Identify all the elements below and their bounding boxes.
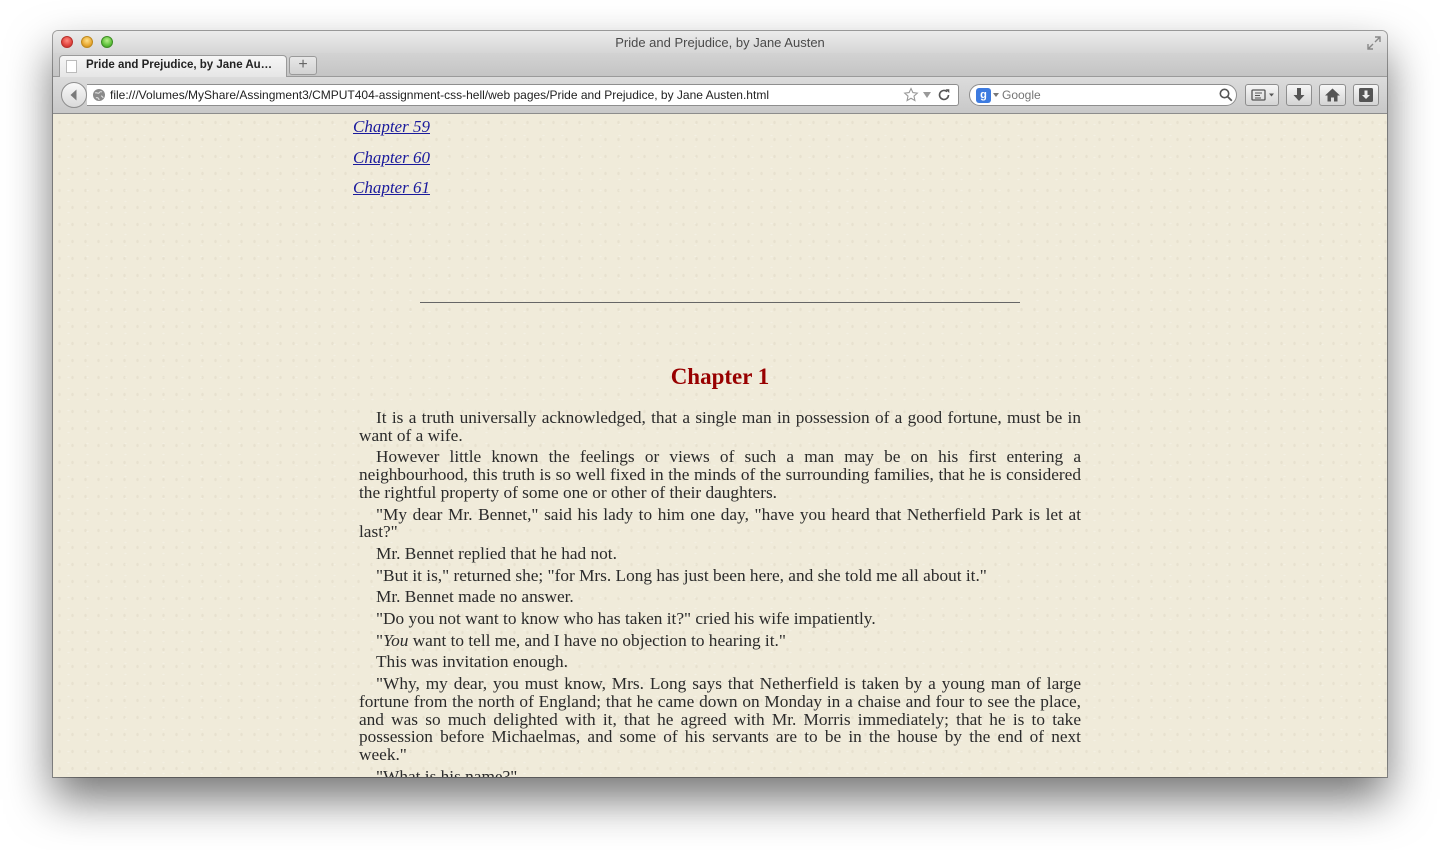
url-bar[interactable]: file:///Volumes/MyShare/Assingment3/CMPU… [87,84,959,106]
paragraph: It is a truth universally acknowledged, … [359,408,1081,445]
paragraph: "What is his name?" [376,766,518,777]
horizontal-rule [420,302,1020,303]
search-bar[interactable]: g [969,84,1237,106]
browser-window: Pride and Prejudice, by Jane Austen Prid… [53,31,1387,777]
history-dropdown-icon[interactable] [923,92,931,98]
search-icon[interactable] [1219,88,1233,102]
download-box-icon [1359,88,1373,102]
tab-label: Pride and Prejudice, by Jane Au… [86,59,273,71]
paragraph: "But it is," returned she; "for Mrs. Lon… [376,565,987,585]
paragraph: However little known the feelings or vie… [359,447,1081,502]
paragraph: "Do you not want to know who has taken i… [376,609,876,629]
google-engine-icon[interactable]: g [976,88,991,103]
window-title: Pride and Prejudice, by Jane Austen [615,35,825,50]
bookmark-star-icon[interactable] [903,87,919,103]
emphasis: You [383,630,409,650]
back-arrow-icon [70,89,77,101]
title-bar[interactable]: Pride and Prejudice, by Jane Austen [53,31,1387,53]
toc-link-chapter-61[interactable]: Chapter 61 [353,177,430,208]
chapter-body: It is a truth universally acknowledged, … [359,409,1081,777]
back-button[interactable] [61,82,87,108]
home-icon [1325,88,1340,102]
paragraph: Mr. Bennet replied that he had not. [376,543,617,563]
chapter-heading: Chapter 1 [670,364,770,389]
bookmarks-icon [1251,89,1274,101]
tab-strip: Pride and Prejudice, by Jane Au… + [53,53,1387,77]
globe-icon[interactable] [92,88,106,102]
reload-icon[interactable] [937,88,951,102]
paragraph: Mr. Bennet made no answer. [376,587,574,607]
home-button[interactable] [1319,84,1346,106]
paragraph: This was invitation enough. [376,652,568,672]
fullscreen-icon[interactable] [1367,36,1381,50]
downloads-button[interactable] [1286,84,1312,106]
table-of-contents: Chapter 59 Chapter 60 Chapter 61 [353,116,430,208]
navigation-toolbar: file:///Volumes/MyShare/Assingment3/CMPU… [53,77,1387,114]
page-content[interactable]: Chapter 59 Chapter 60 Chapter 61 Chapter… [53,114,1387,777]
url-text[interactable]: file:///Volumes/MyShare/Assingment3/CMPU… [110,88,769,102]
tab-active[interactable]: Pride and Prejudice, by Jane Au… [59,55,287,77]
engine-dropdown-icon[interactable] [993,93,999,97]
new-tab-button[interactable]: + [289,56,317,75]
page-icon [66,60,77,73]
paragraph: "Why, my dear, you must know, Mrs. Long … [359,674,1081,764]
search-input[interactable] [1002,86,1212,104]
toc-link-chapter-60[interactable]: Chapter 60 [353,147,430,178]
downloads-panel-button[interactable] [1353,84,1379,106]
paragraph: "You want to tell me, and I have no obje… [376,630,786,650]
toc-link-chapter-59[interactable]: Chapter 59 [353,116,430,147]
bookmarks-menu-button[interactable] [1245,84,1279,106]
paragraph: "My dear Mr. Bennet," said his lady to h… [359,504,1081,542]
download-arrow-icon [1293,88,1305,101]
